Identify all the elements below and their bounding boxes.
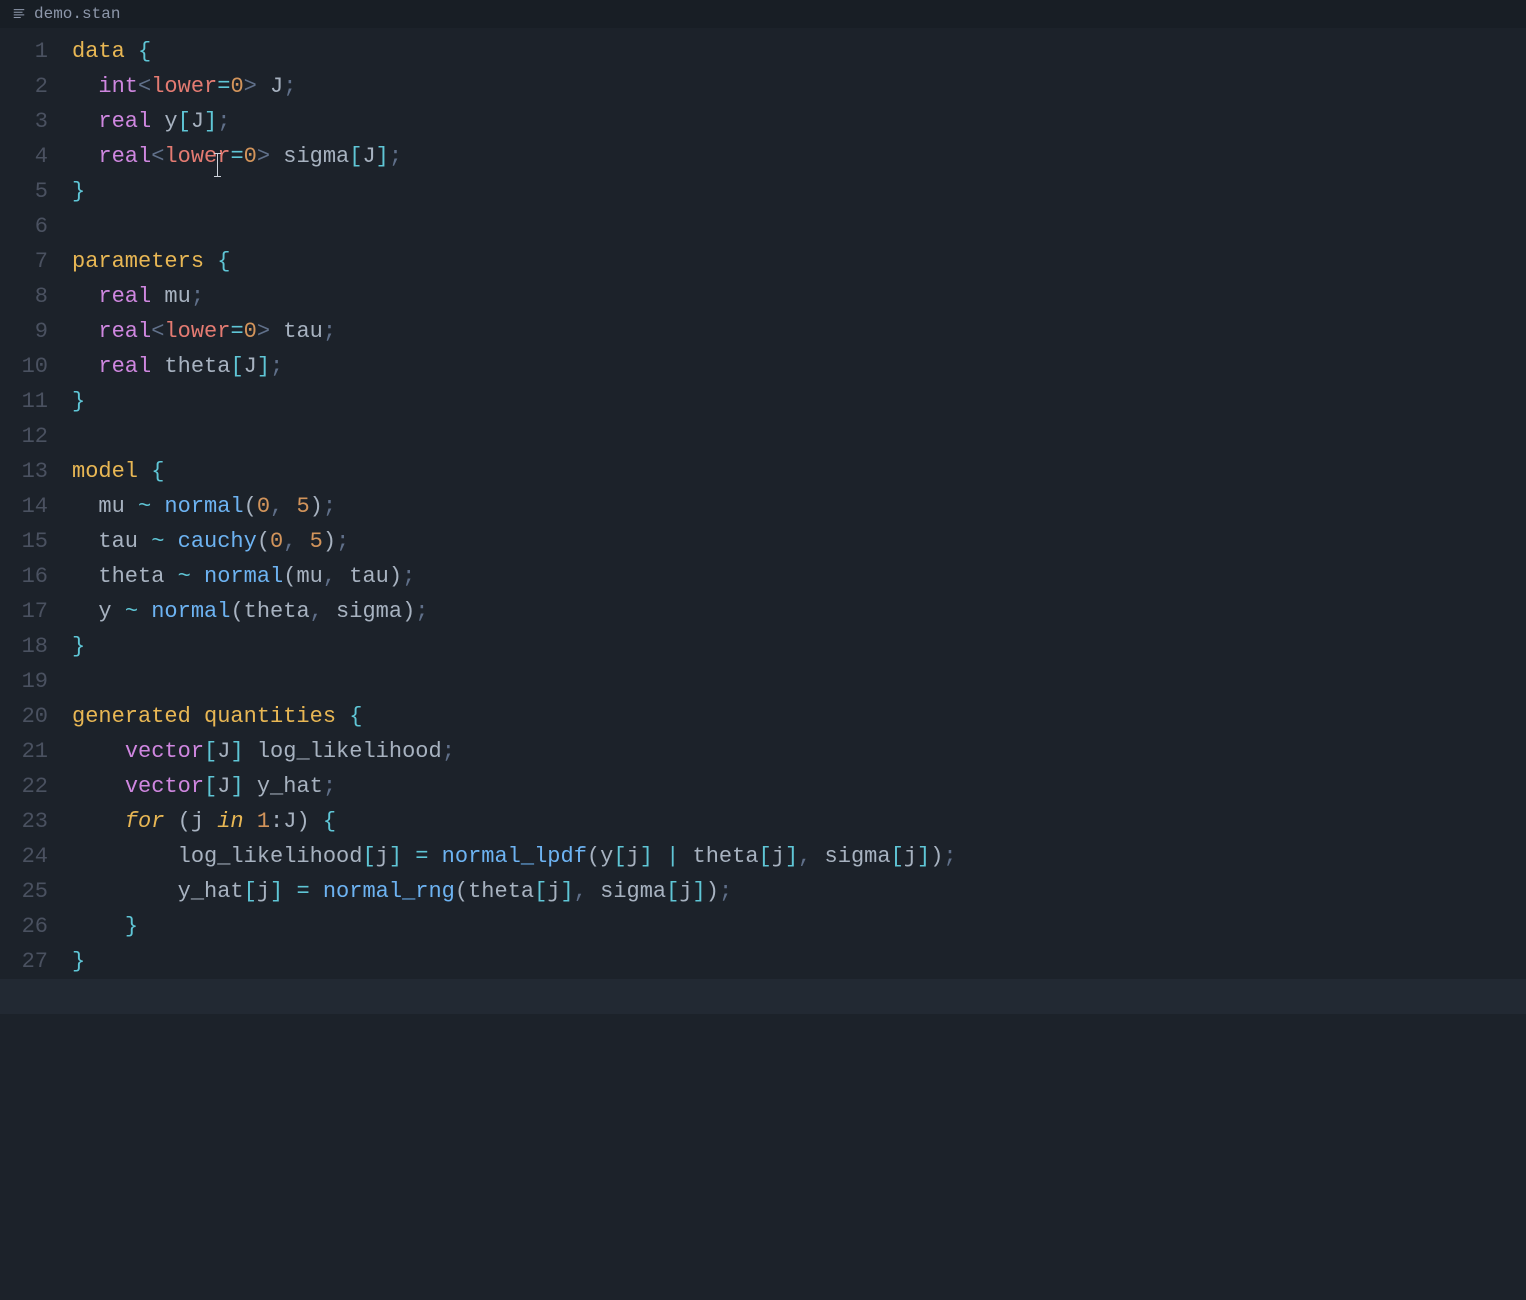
tab-filename[interactable]: demo.stan <box>34 5 120 23</box>
code-line[interactable]: data { <box>72 34 1526 69</box>
code-line[interactable] <box>72 209 1526 244</box>
code-line[interactable]: real theta[J]; <box>72 349 1526 384</box>
line-number: 24 <box>0 839 48 874</box>
code-line[interactable]: tau ~ cauchy(0, 5); <box>72 524 1526 559</box>
code-area[interactable]: data { int<lower=0> J; real y[J]; real<l… <box>72 34 1526 1014</box>
line-number: 16 <box>0 559 48 594</box>
code-line[interactable]: y_hat[j] = normal_rng(theta[j], sigma[j]… <box>72 874 1526 909</box>
line-number: 7 <box>0 244 48 279</box>
code-line[interactable]: for (j in 1:J) { <box>72 804 1526 839</box>
code-line[interactable]: log_likelihood[j] = normal_lpdf(y[j] | t… <box>72 839 1526 874</box>
line-number: 15 <box>0 524 48 559</box>
code-line[interactable]: real<lower=0> tau; <box>72 314 1526 349</box>
code-line[interactable]: int<lower=0> J; <box>72 69 1526 104</box>
line-number: 27 <box>0 944 48 979</box>
line-number: 19 <box>0 664 48 699</box>
line-number: 8 <box>0 279 48 314</box>
code-line[interactable]: vector[J] y_hat; <box>72 769 1526 804</box>
code-line[interactable]: y ~ normal(theta, sigma); <box>72 594 1526 629</box>
code-line[interactable]: real mu; <box>72 279 1526 314</box>
line-number: 23 <box>0 804 48 839</box>
line-number: 26 <box>0 909 48 944</box>
line-number: 14 <box>0 489 48 524</box>
line-number: 20 <box>0 699 48 734</box>
file-icon <box>12 7 26 21</box>
code-line[interactable] <box>0 979 1526 1014</box>
code-line[interactable]: } <box>72 384 1526 419</box>
code-line[interactable]: } <box>72 944 1526 979</box>
code-line[interactable] <box>72 664 1526 699</box>
line-number-gutter: 1234567891011121314151617181920212223242… <box>0 34 72 1014</box>
code-line[interactable] <box>72 419 1526 454</box>
code-line[interactable]: } <box>72 174 1526 209</box>
line-number: 12 <box>0 419 48 454</box>
editor-window: demo.stan 123456789101112131415161718192… <box>0 0 1526 1300</box>
line-number: 10 <box>0 349 48 384</box>
line-number: 9 <box>0 314 48 349</box>
tab-bar: demo.stan <box>0 0 1526 28</box>
line-number: 1 <box>0 34 48 69</box>
code-line[interactable]: vector[J] log_likelihood; <box>72 734 1526 769</box>
code-line[interactable]: real y[J]; <box>72 104 1526 139</box>
line-number: 11 <box>0 384 48 419</box>
line-number: 2 <box>0 69 48 104</box>
line-number: 6 <box>0 209 48 244</box>
line-number: 21 <box>0 734 48 769</box>
code-line[interactable]: } <box>72 629 1526 664</box>
code-line[interactable]: real<lower=0> sigma[J]; <box>72 139 1526 174</box>
editor[interactable]: 1234567891011121314151617181920212223242… <box>0 28 1526 1014</box>
code-line[interactable]: theta ~ normal(mu, tau); <box>72 559 1526 594</box>
line-number: 25 <box>0 874 48 909</box>
line-number: 4 <box>0 139 48 174</box>
line-number: 17 <box>0 594 48 629</box>
line-number: 13 <box>0 454 48 489</box>
text-cursor <box>217 153 218 177</box>
line-number: 3 <box>0 104 48 139</box>
line-number: 5 <box>0 174 48 209</box>
code-line[interactable]: model { <box>72 454 1526 489</box>
code-line[interactable]: parameters { <box>72 244 1526 279</box>
line-number: 22 <box>0 769 48 804</box>
code-line[interactable]: mu ~ normal(0, 5); <box>72 489 1526 524</box>
code-line[interactable]: generated quantities { <box>72 699 1526 734</box>
code-line[interactable]: } <box>72 909 1526 944</box>
line-number: 18 <box>0 629 48 664</box>
